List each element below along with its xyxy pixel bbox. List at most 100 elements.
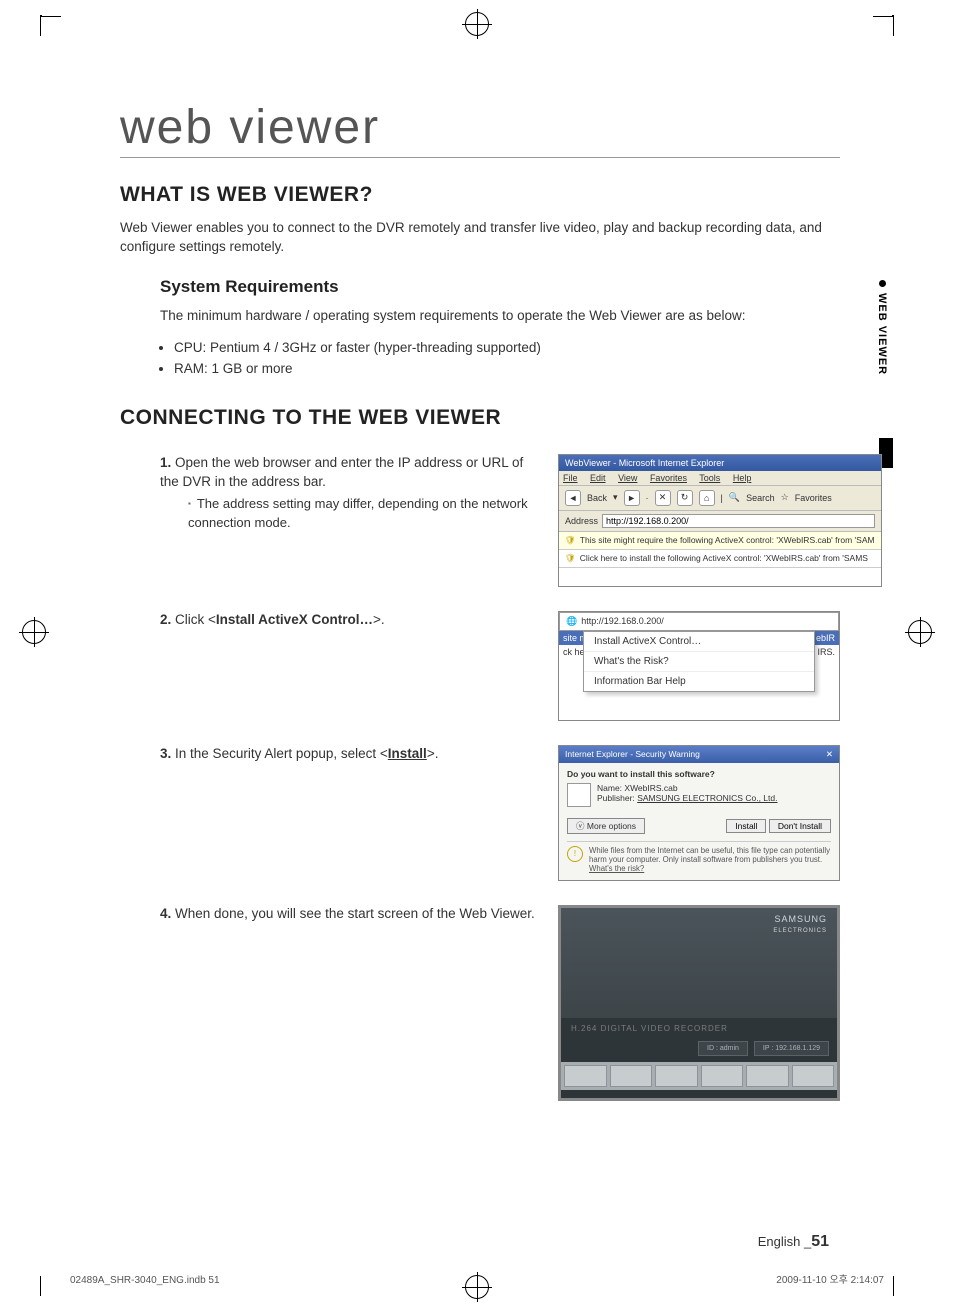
page-title: web viewer (120, 100, 840, 158)
menu-edit[interactable]: Edit (590, 473, 606, 483)
more-options-button[interactable]: ⓥ More options (567, 818, 645, 834)
step-body-pre: Click < (175, 612, 216, 627)
ie-address-bar-2: 🌐 http://192.168.0.200/ (559, 612, 839, 631)
registration-mark (465, 1275, 489, 1299)
sysreq-list: CPU: Pentium 4 / 3GHz or faster (hyper-t… (160, 340, 840, 376)
menu-item-install-activex[interactable]: Install ActiveX Control… (584, 632, 814, 652)
dvr-top-panel: SAMSUNG ELECTRONICS (561, 908, 837, 1018)
dialog-title-bar: Internet Explorer - Security Warning ✕ (559, 746, 839, 763)
dvr-button[interactable] (655, 1065, 698, 1087)
system-requirements-block: System Requirements The minimum hardware… (160, 277, 840, 376)
forward-icon[interactable]: ► (624, 490, 640, 506)
menu-view[interactable]: View (618, 473, 637, 483)
step-number: 4. (160, 906, 171, 921)
ie-info-bar-2[interactable]: 🛡Click here to install the following Act… (559, 550, 881, 568)
heading-what-is: WHAT IS WEB VIEWER? (120, 183, 840, 207)
brand-sub: ELECTRONICS (773, 928, 827, 934)
address-label: Address (565, 516, 598, 526)
footer-page-number: 51 (811, 1233, 829, 1250)
shield-icon: 🛡 (565, 553, 576, 563)
info-right-2: IRS. (817, 647, 835, 657)
info-icon: ! (567, 846, 583, 862)
crop-mark (40, 15, 42, 36)
dvr-button[interactable] (792, 1065, 835, 1087)
dvr-button[interactable] (610, 1065, 653, 1087)
dvr-button[interactable] (564, 1065, 607, 1087)
dont-install-button[interactable]: Don't Install (769, 819, 831, 833)
publisher-label: Publisher: (597, 793, 635, 803)
footer-language: English _ (758, 1234, 811, 1249)
dialog-body: Do you want to install this software? Na… (559, 763, 839, 880)
home-icon[interactable]: ⌂ (699, 490, 715, 506)
shield-icon: 🛡 (565, 535, 576, 545)
heading-connecting: CONNECTING TO THE WEB VIEWER (120, 406, 840, 430)
address-input[interactable] (602, 514, 875, 528)
favorites-icon[interactable]: ☆ (781, 492, 789, 503)
publisher-row: Name: XWebIRS.cab Publisher: SAMSUNG ELE… (567, 783, 831, 807)
step-text-1: 1. Open the web browser and enter the IP… (160, 454, 540, 532)
ie-toolbar: ◄ Back ▾ ► · ✕ ↻ ⌂ | 🔍 Search ☆ Favorite… (559, 486, 881, 511)
sysreq-item: CPU: Pentium 4 / 3GHz or faster (hyper-t… (174, 340, 840, 355)
dialog-buttons: Install Don't Install (726, 815, 831, 837)
side-tab: WEB VIEWER (872, 280, 892, 375)
refresh-icon[interactable]: ↻ (677, 490, 693, 506)
warning-link[interactable]: What's the risk? (589, 864, 644, 873)
info-right: ebIR (816, 633, 835, 643)
step-body-post: >. (427, 746, 439, 761)
ie-content-area (559, 568, 881, 586)
step-body: When done, you will see the start screen… (175, 906, 535, 921)
sysreq-item: RAM: 1 GB or more (174, 361, 840, 376)
publisher-line: Publisher: SAMSUNG ELECTRONICS Co., Ltd. (597, 793, 777, 803)
brand-name: SAMSUNG (774, 914, 827, 924)
dvr-button[interactable] (746, 1065, 789, 1087)
crop-mark (892, 1276, 894, 1296)
screenshot-dvr-start: SAMSUNG ELECTRONICS H.264 DIGITAL VIDEO … (558, 905, 840, 1101)
content-area: web viewer WHAT IS WEB VIEWER? Web Viewe… (120, 100, 840, 1101)
back-icon[interactable]: ◄ (565, 490, 581, 506)
menu-file[interactable]: File (563, 473, 578, 483)
dvr-window: SAMSUNG ELECTRONICS H.264 DIGITAL VIDEO … (558, 905, 840, 1101)
step-row-4: 4. When done, you will see the start scr… (160, 905, 840, 1101)
dvr-bottom-toolbar (561, 1062, 837, 1090)
menu-item-whats-risk[interactable]: What's the Risk? (584, 652, 814, 672)
dvr-button[interactable] (701, 1065, 744, 1087)
registration-mark (22, 620, 46, 644)
close-icon[interactable]: ✕ (826, 749, 833, 760)
page: WEB VIEWER web viewer WHAT IS WEB VIEWER… (0, 0, 954, 1311)
step-cmd: Install ActiveX Control… (216, 612, 373, 627)
dvr-id-field[interactable]: ID : admin (698, 1041, 748, 1056)
more-label: More options (587, 821, 636, 831)
options-row: ⓥ More options Install Don't Install (567, 815, 831, 837)
step-text-3: 3. In the Security Alert popup, select <… (160, 745, 540, 764)
ie-info-bar-1[interactable]: 🛡 This site might require the following A… (559, 532, 881, 550)
dvr-ip-field[interactable]: IP : 192.168.1.129 (754, 1041, 829, 1056)
info-text: This site might require the following Ac… (580, 535, 875, 545)
publisher-name[interactable]: SAMSUNG ELECTRONICS Co., Ltd. (637, 793, 777, 803)
search-icon[interactable]: 🔍 (729, 492, 740, 503)
warning-text-wrap: While files from the Internet can be use… (589, 846, 831, 874)
menu-tools[interactable]: Tools (699, 473, 720, 483)
file-icon (567, 783, 591, 807)
menu-item-info-bar-help[interactable]: Information Bar Help (584, 672, 814, 691)
file-details: Name: XWebIRS.cab Publisher: SAMSUNG ELE… (597, 783, 777, 803)
step-number: 3. (160, 746, 171, 761)
screenshot-security-warning: Internet Explorer - Security Warning ✕ D… (558, 745, 840, 881)
warning-text: While files from the Internet can be use… (589, 846, 830, 864)
ie-address-bar: Address (559, 511, 881, 532)
screenshot-context-menu: 🌐 http://192.168.0.200/ site might requi… (558, 611, 840, 721)
menu-favorites[interactable]: Favorites (650, 473, 687, 483)
dialog-question: Do you want to install this software? (567, 769, 831, 779)
context-menu: Install ActiveX Control… What's the Risk… (583, 631, 815, 692)
install-button[interactable]: Install (726, 819, 766, 833)
screenshot-browser: WebViewer - Microsoft Internet Explorer … (558, 454, 882, 587)
menu-help[interactable]: Help (733, 473, 752, 483)
separator: · (646, 493, 649, 503)
step-cmd: Install (388, 746, 427, 761)
crop-mark (892, 15, 894, 36)
dropdown-icon[interactable]: ▾ (613, 492, 618, 503)
step-body-post: >. (373, 612, 385, 627)
dialog-title: Internet Explorer - Security Warning (565, 749, 700, 760)
stop-icon[interactable]: ✕ (655, 490, 671, 506)
favorites-label: Favorites (795, 493, 832, 503)
page-footer: English _51 (758, 1233, 829, 1251)
